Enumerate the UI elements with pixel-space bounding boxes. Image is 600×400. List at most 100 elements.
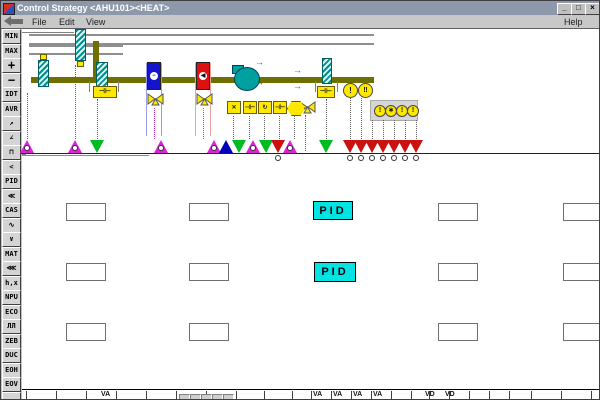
pid-block-upper[interactable]: PID: [313, 201, 353, 220]
signal-dotted-line: [405, 120, 406, 139]
toolbar-subtract-button[interactable]: −: [2, 73, 21, 88]
triangle-port-dot: [24, 145, 30, 151]
triangle-port-dot: [413, 155, 419, 161]
menu-help[interactable]: Help: [564, 17, 583, 27]
signal-dotted-line: [416, 120, 417, 139]
placeholder-block[interactable]: [563, 263, 600, 281]
pid-block-lower[interactable]: PID: [314, 262, 356, 282]
toolbar-npu-button[interactable]: NPU: [2, 290, 21, 305]
placeholder-block[interactable]: [189, 263, 229, 281]
control-strategy-window: Control Strategy <AHU101><HEAT> _ □ × Fi…: [0, 0, 600, 400]
pump-icon[interactable]: ⊣⊢: [93, 86, 117, 98]
signal-dotted-line: [394, 120, 395, 139]
placeholder-block[interactable]: [189, 323, 229, 341]
minimize-button[interactable]: _: [557, 3, 572, 15]
signal-dotted-line: [97, 99, 98, 139]
toolbar-mat-button[interactable]: MAT: [2, 247, 21, 262]
output-triangle-green[interactable]: [90, 140, 104, 153]
toolbar-cas-button[interactable]: CAS: [2, 203, 21, 218]
toolbar-vee-icon-button[interactable]: ∨: [2, 232, 21, 247]
alarm-panel-icon[interactable]: !: [407, 105, 419, 117]
strip-divider: [411, 391, 412, 400]
valve-box-icon[interactable]: ⊣⊢: [273, 101, 287, 114]
toolbar-max-button[interactable]: MAX: [2, 44, 21, 59]
toolbar-square-wave-icon-button[interactable]: ⊓: [2, 145, 21, 160]
close-button[interactable]: ×: [585, 3, 600, 15]
output-triangle-green[interactable]: [319, 140, 333, 153]
placeholder-block[interactable]: [438, 323, 478, 341]
strip-divider: [591, 391, 592, 400]
terminal-label: VD: [445, 391, 455, 398]
toolbar-add-button[interactable]: +: [2, 58, 21, 73]
terminal-label: VA: [313, 391, 322, 398]
analog-input-triangle[interactable]: [154, 140, 168, 153]
function-block-toolbar: MINMAX+−IDTAVR↗∠⊓<PID≪CAS∿∨MAT⋘h,xNPUECO…: [1, 29, 22, 400]
triangle-port-dot: [369, 155, 375, 161]
placeholder-block[interactable]: [438, 203, 478, 221]
analog-input-triangle[interactable]: [246, 140, 260, 153]
signal-dotted-line: [305, 115, 306, 151]
placeholder-block[interactable]: [563, 203, 600, 221]
alarm-output-triangle[interactable]: [409, 140, 423, 153]
toolbar-curve-icon-button[interactable]: ∠: [2, 131, 21, 146]
cross-box-icon[interactable]: ✕: [227, 101, 241, 114]
menu-edit[interactable]: Edit: [59, 17, 75, 27]
toolbar-eco-button[interactable]: ECO: [2, 305, 21, 320]
signal-dotted-line: [264, 116, 265, 139]
placeholder-block[interactable]: [66, 323, 106, 341]
strip-divider: [331, 391, 332, 400]
back-arrow-icon-bar[interactable]: [10, 19, 23, 24]
terminal-label: VA: [101, 391, 110, 398]
toolbar-pid-button[interactable]: PID: [2, 174, 21, 189]
filter-right[interactable]: [322, 58, 332, 84]
toolbar-avr-button[interactable]: AVR: [2, 102, 21, 117]
toolbar-eov-button[interactable]: EOV: [2, 377, 21, 392]
toolbar-double-less-icon-button[interactable]: ≪: [2, 189, 21, 204]
window-title: Control Strategy <AHU101><HEAT>: [17, 1, 169, 15]
valve-box-icon[interactable]: ⊣⊢: [243, 101, 257, 114]
toolbar-eoh-button[interactable]: EOH: [2, 363, 21, 378]
toolbar-pulse-icon-button[interactable]: ЛЛ: [2, 319, 21, 334]
alarm-badge-icon[interactable]: ‼: [358, 83, 373, 98]
toolbar-merge-arrows-icon-button[interactable]: ⋘: [2, 261, 21, 276]
signal-dotted-line: [372, 120, 373, 139]
strip-divider: [371, 391, 372, 400]
triangle-port-dot: [72, 145, 78, 151]
alarm-badge-icon[interactable]: !: [343, 83, 358, 98]
toolbar-duc-button[interactable]: DUC: [2, 348, 21, 363]
toolbar-ramp-icon-button[interactable]: ↗: [2, 116, 21, 131]
strip-divider: [292, 391, 293, 400]
signal-dotted-line: [154, 108, 155, 139]
toolbar-partial-button[interactable]: [2, 392, 21, 400]
rotation-box-icon[interactable]: ↻: [258, 101, 272, 114]
menu-view[interactable]: View: [86, 17, 105, 27]
mixing-damper[interactable]: [38, 60, 49, 87]
analog-input-triangle[interactable]: [20, 140, 34, 153]
placeholder-block[interactable]: [438, 263, 478, 281]
triangle-port-dot: [402, 155, 408, 161]
toolbar-min-button[interactable]: MIN: [2, 29, 21, 44]
damper-actuator-icon[interactable]: [77, 61, 84, 67]
pump-icon[interactable]: ⊣⊢: [317, 86, 335, 98]
three-way-valve-icon[interactable]: [147, 93, 164, 106]
three-way-valve-icon[interactable]: [196, 93, 213, 106]
triangle-port-dash: [323, 156, 329, 158]
toolbar-idt-button[interactable]: IDT: [2, 87, 21, 102]
menu-file[interactable]: File: [32, 17, 47, 27]
placeholder-block[interactable]: [189, 203, 229, 221]
toolbar-less-than-icon-button[interactable]: <: [2, 160, 21, 175]
triangle-port-dash: [236, 156, 242, 158]
analog-input-triangle[interactable]: [283, 140, 297, 153]
toolbar-wave-icon-button[interactable]: ∿: [2, 218, 21, 233]
triangle-port-dot: [250, 145, 256, 151]
placeholder-block[interactable]: [66, 263, 106, 281]
output-triangle-green[interactable]: [232, 140, 246, 153]
placeholder-block[interactable]: [66, 203, 106, 221]
digital-input-triangle[interactable]: [219, 140, 233, 153]
analog-input-triangle[interactable]: [68, 140, 82, 153]
restore-button[interactable]: □: [571, 3, 586, 15]
placeholder-block[interactable]: [563, 323, 600, 341]
outdoor-damper[interactable]: [75, 29, 86, 61]
toolbar-enthalpy-button[interactable]: h,x: [2, 276, 21, 291]
toolbar-zeb-button[interactable]: ZEB: [2, 334, 21, 349]
